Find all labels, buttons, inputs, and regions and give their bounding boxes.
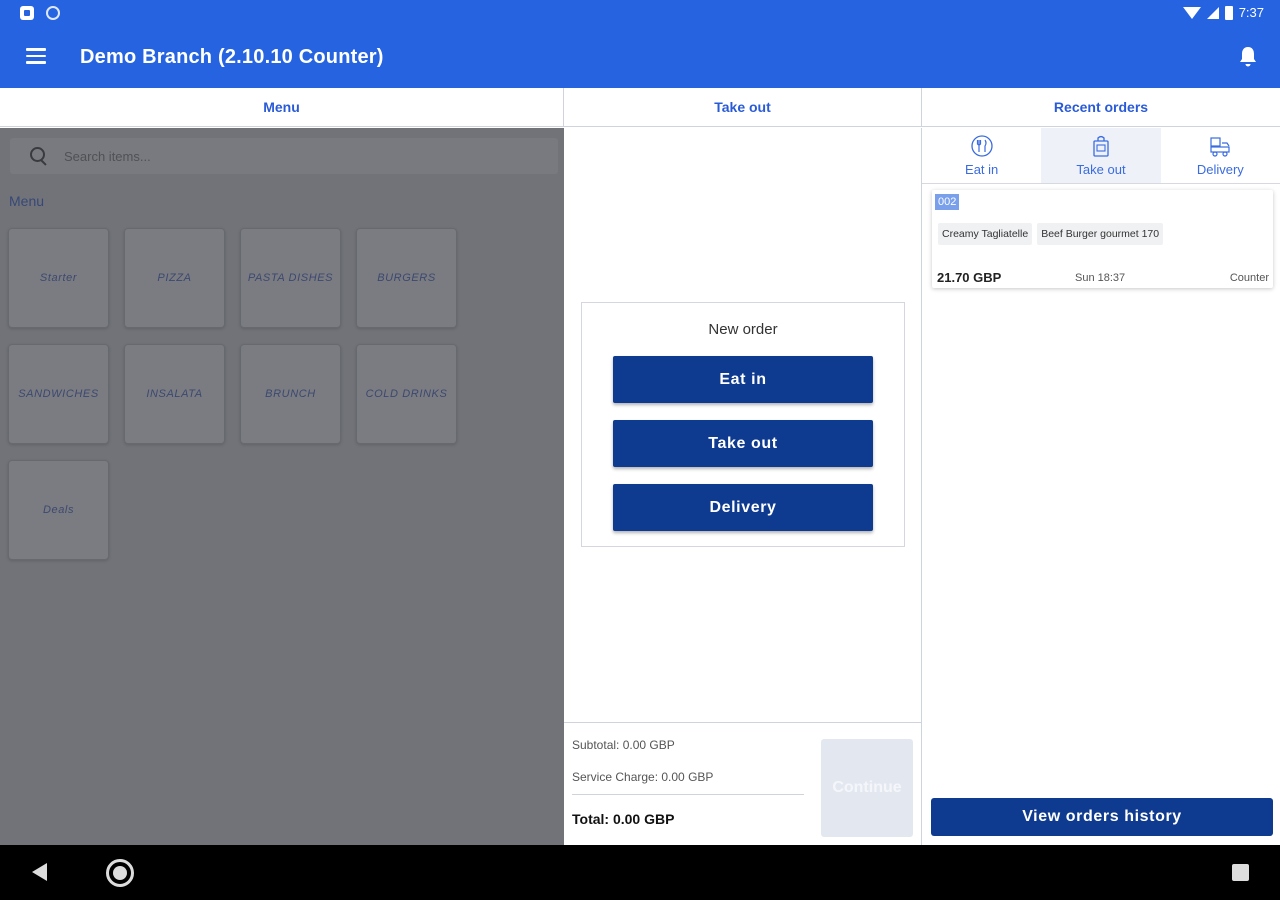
back-icon[interactable]	[32, 863, 47, 881]
totals-panel: Subtotal: 0.00 GBP Service Charge: 0.00 …	[564, 722, 922, 845]
delivery-icon	[1210, 137, 1230, 157]
hamburger-icon[interactable]	[26, 48, 46, 64]
subtotal-text: Subtotal: 0.00 GBP	[572, 738, 675, 752]
tab-delivery-label: Delivery	[1196, 162, 1244, 177]
totals-divider	[572, 794, 804, 795]
category-grid: Starter PIZZA PASTA DISHES BURGERS SANDW…	[8, 228, 457, 560]
eat-in-button[interactable]: Eat in	[613, 356, 873, 403]
system-nav-bar	[0, 845, 1280, 900]
category-tile-deals[interactable]: Deals	[8, 460, 109, 560]
app-title: Demo Branch (2.10.10 Counter)	[80, 46, 384, 68]
category-tile-brunch[interactable]: BRUNCH	[240, 344, 341, 444]
take-out-button[interactable]: Take out	[613, 420, 873, 467]
order-items: Creamy Tagliatelle Beef Burger gourmet 1…	[938, 223, 1164, 245]
service-charge-text: Service Charge: 0.00 GBP	[572, 770, 714, 784]
order-source: Counter	[1229, 272, 1269, 284]
search-input[interactable]	[64, 148, 464, 164]
category-tile-pasta-dishes[interactable]: PASTA DISHES	[240, 228, 341, 328]
new-order-title: New order	[708, 321, 778, 338]
category-tile-burgers[interactable]: BURGERS	[356, 228, 457, 328]
category-tile-pizza[interactable]: PIZZA	[124, 228, 225, 328]
battery-icon	[1224, 5, 1233, 20]
cell-signal-icon	[1206, 6, 1219, 19]
search-box[interactable]	[10, 138, 558, 174]
total-text: Total: 0.00 GBP	[572, 811, 675, 827]
sync-status-icon	[46, 6, 60, 20]
wifi-icon	[1182, 6, 1201, 19]
order-number: 002	[935, 194, 960, 210]
category-tile-insalata[interactable]: INSALATA	[124, 344, 225, 444]
recent-apps-icon[interactable]	[1232, 864, 1249, 881]
order-time: Sun 18:37	[1075, 272, 1126, 284]
menu-panel: Menu Starter PIZZA PASTA DISHES BURGERS …	[0, 128, 564, 845]
takeout-column-header: Take out	[564, 88, 922, 127]
delivery-button[interactable]: Delivery	[613, 484, 873, 531]
takeout-bag-icon	[1093, 135, 1109, 157]
recent-order-card[interactable]: 002 Creamy Tagliatelle Beef Burger gourm…	[932, 190, 1273, 288]
menu-column-header: Menu	[0, 88, 564, 127]
app-bar: Demo Branch (2.10.10 Counter)	[0, 28, 1280, 88]
order-type-tabs: Eat in Take out Delivery	[922, 128, 1280, 184]
tab-take-out[interactable]: Take out	[1041, 128, 1161, 183]
dining-icon	[971, 135, 993, 157]
tab-eat-in[interactable]: Eat in	[922, 128, 1041, 183]
category-tile-starter[interactable]: Starter	[8, 228, 109, 328]
menu-section-label: Menu	[9, 193, 45, 209]
order-price: 21.70 GBP	[937, 270, 1002, 285]
category-tile-sandwiches[interactable]: SANDWICHES	[8, 344, 109, 444]
clock: 7:37	[1238, 5, 1264, 20]
recent-orders-panel: Eat in Take out Delivery 002 Creamy Tagl…	[922, 128, 1280, 845]
tab-eat-in-label: Eat in	[965, 162, 999, 177]
recent-orders-column-header: Recent orders	[922, 88, 1280, 127]
bell-icon[interactable]	[1238, 45, 1258, 69]
tab-delivery[interactable]: Delivery	[1161, 128, 1280, 183]
tab-take-out-label: Take out	[1076, 162, 1126, 177]
continue-button[interactable]: Continue	[821, 739, 913, 837]
home-icon[interactable]	[106, 859, 134, 887]
order-item-chip: Beef Burger gourmet 170	[1037, 223, 1164, 245]
status-bar: 7:37	[0, 0, 1280, 28]
order-item-chip: Creamy Tagliatelle	[938, 223, 1033, 245]
order-panel: New order Eat in Take out Delivery	[564, 128, 922, 722]
search-icon	[30, 147, 48, 165]
notification-app-icon	[20, 6, 34, 20]
new-order-card: New order Eat in Take out Delivery	[581, 302, 905, 547]
category-tile-cold-drinks[interactable]: COLD DRINKS	[356, 344, 457, 444]
view-orders-history-button[interactable]: View orders history	[931, 798, 1273, 836]
